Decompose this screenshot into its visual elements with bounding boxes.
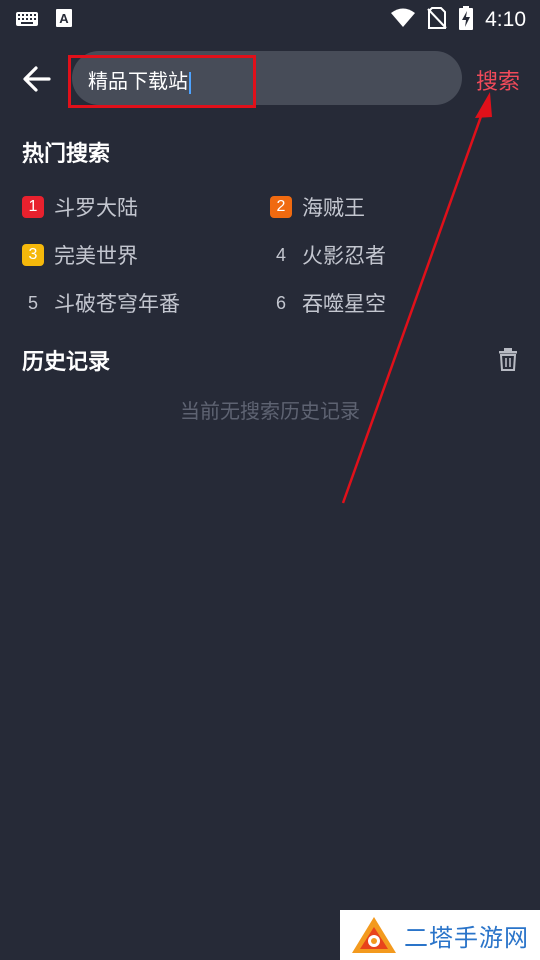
hot-item-1[interactable]: 1 斗罗大陆	[22, 192, 138, 222]
text-a-icon: A	[56, 9, 72, 31]
trash-icon	[499, 348, 517, 371]
wifi-icon	[391, 8, 416, 32]
arrow-left-icon	[23, 66, 51, 92]
hot-item-3[interactable]: 3 完美世界	[22, 240, 138, 270]
hot-item-label: 海贼王	[302, 196, 365, 220]
hot-item-4[interactable]: 4 火影忍者	[270, 240, 386, 270]
back-button[interactable]	[20, 62, 54, 96]
rank-number: 5	[27, 292, 38, 313]
empty-history-text: 当前无搜索历史记录	[180, 399, 360, 423]
hot-item-2[interactable]: 2 海贼王	[270, 192, 365, 222]
rank-badge: 2	[270, 196, 292, 218]
watermark-text: 二塔手游网	[404, 923, 529, 952]
search-button[interactable]: 搜索	[476, 64, 520, 96]
hot-item-label: 斗破苍穹年番	[54, 292, 180, 316]
watermark: 二塔手游网	[340, 910, 540, 960]
rank-number: 6	[275, 292, 286, 313]
clear-history-button[interactable]	[497, 347, 519, 371]
site-logo-icon	[352, 917, 396, 953]
rank-badge: 3	[22, 244, 44, 266]
keyboard-icon	[16, 11, 38, 30]
rank-badge: 1	[22, 196, 44, 218]
status-time: 4:10	[485, 8, 526, 31]
hot-item-label: 斗罗大陆	[54, 196, 138, 220]
no-sim-icon	[427, 7, 447, 33]
annotation-highlight-box	[68, 55, 256, 108]
hot-item-label: 火影忍者	[302, 244, 386, 268]
hot-item-label: 吞噬星空	[302, 292, 386, 316]
history-title: 历史记录	[22, 350, 111, 375]
hot-item-label: 完美世界	[54, 244, 138, 268]
svg-text:A: A	[59, 11, 69, 26]
rank-number: 4	[275, 244, 286, 265]
status-bar: A 4:10	[0, 0, 540, 36]
hot-item-5[interactable]: 5 斗破苍穹年番	[22, 288, 180, 318]
battery-charging-icon	[459, 6, 474, 34]
hot-search-title: 热门搜索	[22, 142, 111, 167]
hot-item-6[interactable]: 6 吞噬星空	[270, 288, 386, 318]
